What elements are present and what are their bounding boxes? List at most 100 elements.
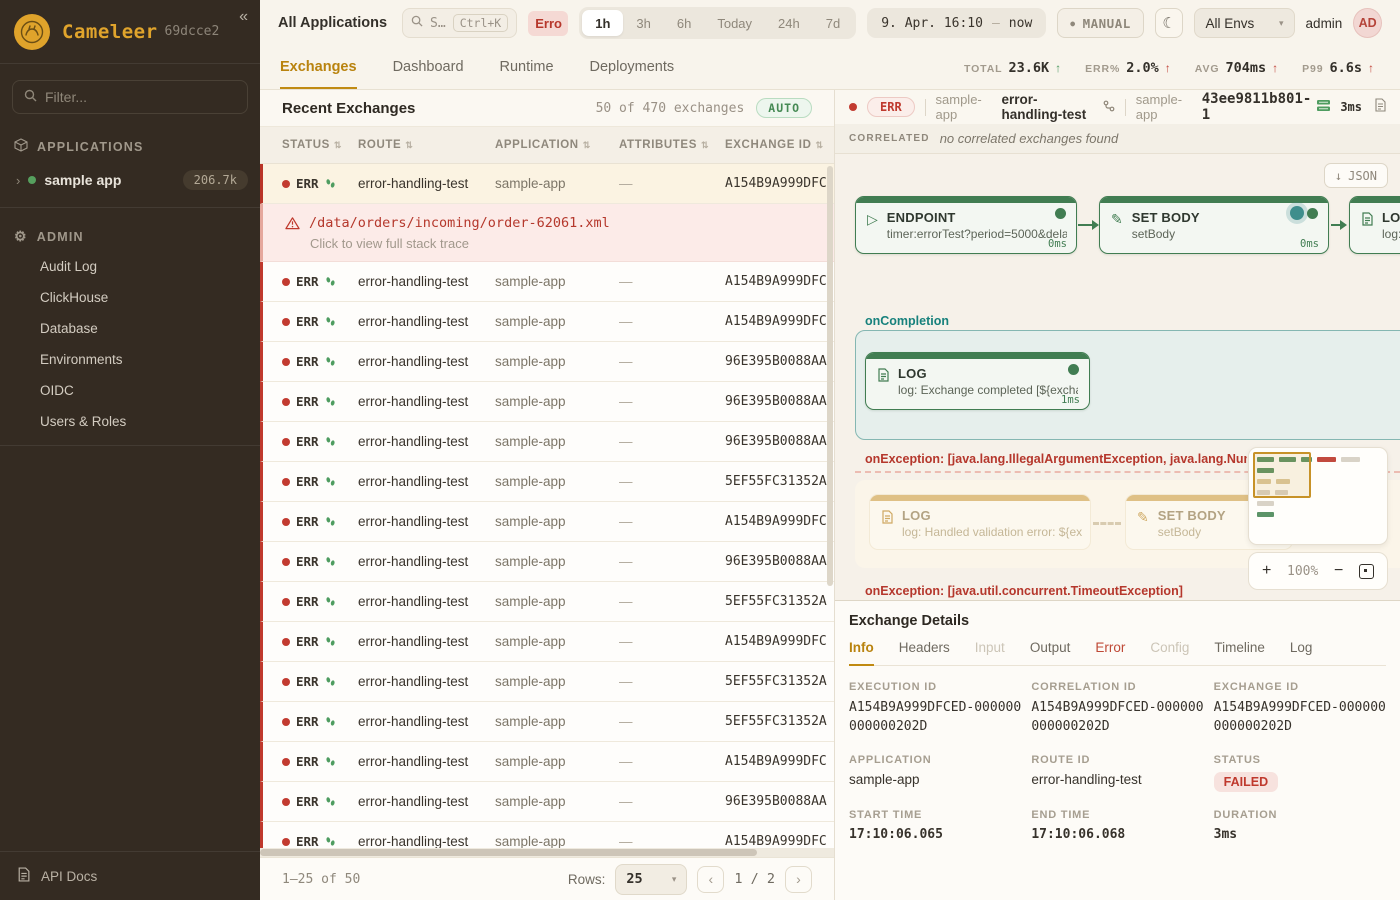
- flow-node-oncompletion-log[interactable]: LOG log: Exchange completed [${exchan 1m…: [865, 352, 1090, 410]
- sidebar-item-clickhouse[interactable]: ClickHouse: [0, 282, 260, 313]
- cell-application: sample-app: [495, 434, 619, 449]
- column-header-route[interactable]: ROUTE⇅: [358, 139, 495, 151]
- table-row[interactable]: ERR error-handling-test sample-app — A15…: [260, 262, 834, 302]
- details-tab-error[interactable]: Error: [1095, 640, 1125, 666]
- table-row[interactable]: ERR error-handling-test sample-app — A15…: [260, 822, 834, 848]
- details-tab-timeline[interactable]: Timeline: [1214, 640, 1265, 666]
- search-input[interactable]: S… Ctrl+K: [402, 8, 517, 38]
- zoom-in-button[interactable]: +: [1262, 563, 1271, 579]
- details-tab-headers[interactable]: Headers: [899, 640, 950, 666]
- sidebar-item-users-roles[interactable]: Users & Roles: [0, 406, 260, 437]
- flow-minimap[interactable]: [1248, 447, 1388, 545]
- table-row[interactable]: ERR error-handling-test sample-app — 96E…: [260, 542, 834, 582]
- flow-node-exception-log[interactable]: LOG log: Handled validation error: ${exc…: [869, 494, 1091, 550]
- horizontal-scrollbar-track[interactable]: [260, 848, 834, 857]
- fit-view-button[interactable]: [1359, 564, 1374, 579]
- sidebar-item-database[interactable]: Database: [0, 313, 260, 344]
- details-tab-info[interactable]: Info: [849, 640, 874, 666]
- table-row[interactable]: ERR error-handling-test sample-app — 96E…: [260, 422, 834, 462]
- time-range-3h[interactable]: 3h: [623, 10, 663, 36]
- chevron-right-icon[interactable]: ›: [16, 173, 20, 188]
- time-range-1h[interactable]: 1h: [582, 10, 623, 36]
- error-dot: [282, 758, 290, 766]
- document-icon[interactable]: [1374, 98, 1386, 117]
- time-range-segmented: 1h3h6hToday24h7d: [579, 7, 856, 39]
- auto-refresh-badge[interactable]: AUTO: [756, 98, 812, 118]
- table-row[interactable]: ERR error-handling-test sample-app — 96E…: [260, 382, 834, 422]
- date-range-display[interactable]: 9. Apr. 16:10 – now: [867, 8, 1046, 38]
- tab-dashboard[interactable]: Dashboard: [393, 46, 464, 89]
- time-range-today[interactable]: Today: [704, 10, 765, 36]
- environment-select[interactable]: All Envs ▾: [1194, 8, 1294, 38]
- flow-node-log[interactable]: LOG log: Sta: [1349, 196, 1400, 254]
- table-row[interactable]: ERR error-handling-test sample-app — A15…: [260, 302, 834, 342]
- avatar[interactable]: AD: [1353, 8, 1382, 38]
- time-range-7d[interactable]: 7d: [813, 10, 853, 36]
- error-dot: [282, 678, 290, 686]
- flow-node-endpoint[interactable]: ▷ ENDPOINT timer:errorTest?period=5000&d…: [855, 196, 1077, 254]
- table-row[interactable]: ERR error-handling-test sample-app — 5EF…: [260, 662, 834, 702]
- detail-exchange-id[interactable]: 43ee9811b801-1: [1202, 91, 1331, 123]
- cell-application: sample-app: [495, 674, 619, 689]
- stats-summary: TOTAL 23.6K ↑ ERR% 2.0% ↑ AVG 704ms ↑ P9…: [964, 46, 1380, 89]
- table-row[interactable]: ERR error-handling-test sample-app — 5EF…: [260, 462, 834, 502]
- sidebar-item-audit-log[interactable]: Audit Log: [0, 251, 260, 282]
- table-row[interactable]: ERR error-handling-test sample-app — 5EF…: [260, 582, 834, 622]
- details-tab-output[interactable]: Output: [1030, 640, 1071, 666]
- sidebar-collapse-icon[interactable]: «: [239, 8, 248, 26]
- cell-route: error-handling-test: [358, 434, 495, 449]
- cell-exchange-id: 5EF55FC31352A: [725, 674, 834, 689]
- trace-icon: [325, 596, 336, 607]
- sidebar-item-environments[interactable]: Environments: [0, 344, 260, 375]
- table-row[interactable]: ERR error-handling-test sample-app — 5EF…: [260, 702, 834, 742]
- next-page-button[interactable]: ›: [785, 866, 812, 893]
- details-tab-config[interactable]: Config: [1150, 640, 1189, 666]
- tab-deployments[interactable]: Deployments: [590, 46, 675, 89]
- cell-application: sample-app: [495, 474, 619, 489]
- cell-exchange-id: 96E395B0088AA: [725, 794, 834, 809]
- time-range-24h[interactable]: 24h: [765, 10, 813, 36]
- sidebar-item-sample-app[interactable]: › sample app 206.7k: [0, 161, 260, 199]
- cell-exchange-id: 96E395B0088AA: [725, 554, 834, 569]
- tab-runtime[interactable]: Runtime: [500, 46, 554, 89]
- error-stack-trace-row[interactable]: /data/orders/incoming/order-62061.xml Cl…: [260, 204, 834, 262]
- error-filter-chip[interactable]: Erro: [528, 11, 568, 36]
- sidebar-item-oidc[interactable]: OIDC: [0, 375, 260, 406]
- minimap-viewport[interactable]: [1253, 452, 1311, 498]
- detail-route[interactable]: error-handling-test: [1001, 92, 1114, 122]
- page-indicator: 1 / 2: [734, 871, 775, 887]
- details-tab-log[interactable]: Log: [1290, 640, 1313, 666]
- dark-mode-toggle[interactable]: ☾: [1155, 8, 1184, 38]
- sidebar-header: Cameleer 69dcce2 «: [0, 0, 260, 64]
- table-row[interactable]: ERR error-handling-test sample-app — 96E…: [260, 342, 834, 382]
- column-header-status[interactable]: STATUS⇅: [282, 139, 358, 151]
- detail-field-route-id: ROUTE IDerror-handling-test: [1031, 754, 1203, 792]
- table-header-row: STATUS⇅ROUTE⇅APPLICATION⇅ATTRIBUTES⇅EXCH…: [260, 127, 834, 164]
- route-flow-canvas[interactable]: ↓ JSON ▷ ENDPOINT timer:errorTest?period…: [835, 154, 1400, 600]
- table-row[interactable]: ERR error-handling-test sample-app — 96E…: [260, 782, 834, 822]
- error-dot: [282, 718, 290, 726]
- prev-page-button[interactable]: ‹: [697, 866, 724, 893]
- download-json-button[interactable]: ↓ JSON: [1324, 163, 1388, 188]
- sidebar-item-api-docs[interactable]: API Docs: [0, 852, 260, 900]
- table-row[interactable]: ERR error-handling-test sample-app — A15…: [260, 742, 834, 782]
- column-header-attributes[interactable]: ATTRIBUTES⇅: [619, 139, 725, 151]
- rows-per-page-select[interactable]: 25 ▾: [615, 864, 687, 895]
- table-row[interactable]: ERR error-handling-test sample-app — A15…: [260, 502, 834, 542]
- vertical-scrollbar[interactable]: [827, 166, 833, 586]
- trace-icon: [325, 636, 336, 647]
- sidebar-filter-input[interactable]: Filter...: [12, 80, 248, 114]
- error-dot: [282, 798, 290, 806]
- search-text: S…: [430, 16, 446, 31]
- tab-exchanges[interactable]: Exchanges: [280, 46, 357, 89]
- column-header-application[interactable]: APPLICATION⇅: [495, 139, 619, 151]
- flow-node-set-body[interactable]: ✎ SET BODY setBody 0ms: [1099, 196, 1329, 254]
- column-header-exchange-id[interactable]: EXCHANGE ID⇅: [725, 139, 834, 151]
- table-row[interactable]: ERR error-handling-test sample-app — A15…: [260, 622, 834, 662]
- time-range-6h[interactable]: 6h: [664, 10, 704, 36]
- horizontal-scrollbar-thumb[interactable]: [260, 849, 757, 856]
- details-tab-input[interactable]: Input: [975, 640, 1005, 666]
- manual-refresh-button[interactable]: ● MANUAL: [1057, 8, 1143, 38]
- zoom-out-button[interactable]: −: [1334, 563, 1343, 579]
- table-row[interactable]: ERR error-handling-test sample-app — A15…: [260, 164, 834, 204]
